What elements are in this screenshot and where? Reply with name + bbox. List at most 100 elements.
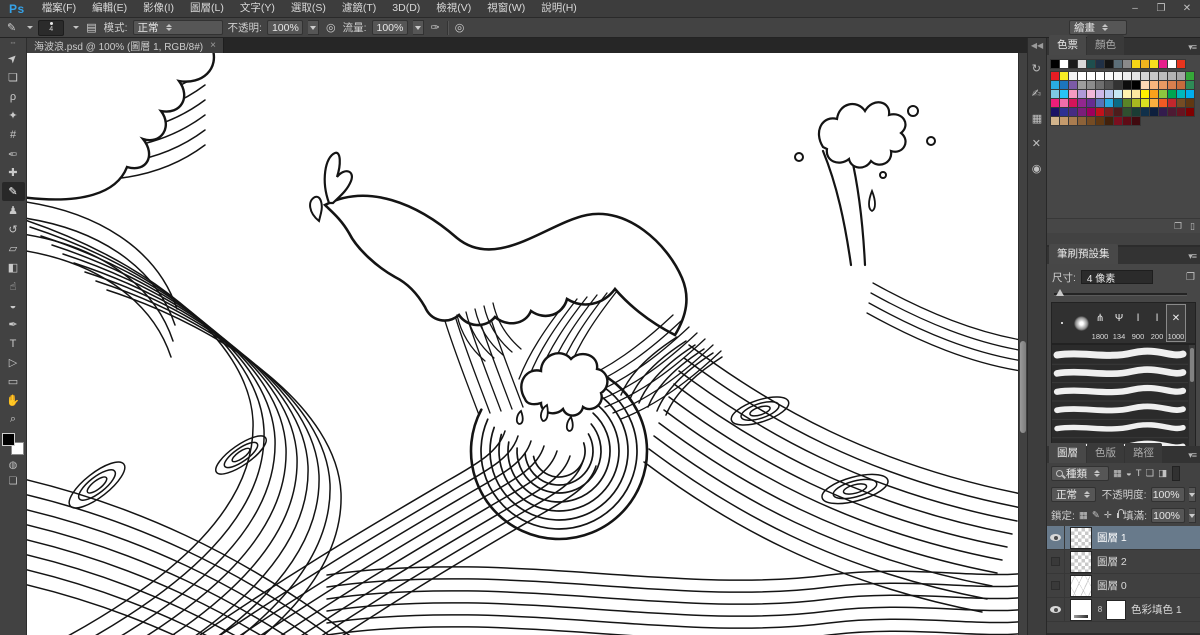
swatch[interactable] bbox=[1105, 72, 1113, 80]
restore-button[interactable]: ❐ bbox=[1148, 0, 1174, 17]
quick-selection-tool[interactable]: ✦ bbox=[2, 106, 25, 125]
swatch[interactable] bbox=[1168, 99, 1176, 107]
layer-name[interactable]: 圖層 1 bbox=[1097, 530, 1127, 545]
swatch[interactable] bbox=[1105, 81, 1113, 89]
swatch[interactable] bbox=[1114, 60, 1122, 68]
eye-icon[interactable] bbox=[1050, 606, 1061, 613]
delete-swatch-icon[interactable]: ▯ bbox=[1190, 221, 1195, 232]
quick-mask-icon[interactable]: ◍ bbox=[9, 460, 18, 471]
swatch[interactable] bbox=[1096, 90, 1104, 98]
swatch[interactable] bbox=[1177, 81, 1185, 89]
history-brush-tool[interactable]: ↺ bbox=[2, 220, 25, 239]
swatch[interactable] bbox=[1186, 108, 1194, 116]
toolbar-grip[interactable]: ▪▪ bbox=[11, 41, 16, 47]
visibility-cell[interactable] bbox=[1047, 598, 1065, 621]
swatch[interactable] bbox=[1132, 60, 1140, 68]
swatch[interactable] bbox=[1051, 108, 1059, 116]
layer-row[interactable]: 圖層 0 bbox=[1047, 574, 1200, 598]
swatch[interactable] bbox=[1123, 117, 1131, 125]
swatch[interactable] bbox=[1060, 117, 1068, 125]
swatch[interactable] bbox=[1150, 90, 1158, 98]
swatch[interactable] bbox=[1123, 60, 1131, 68]
swatch[interactable] bbox=[1051, 90, 1059, 98]
tab-color[interactable]: 顏色 bbox=[1087, 35, 1124, 55]
swatch[interactable] bbox=[1150, 81, 1158, 89]
swatch[interactable] bbox=[1051, 60, 1059, 68]
brush-size-slider[interactable] bbox=[1054, 287, 1193, 299]
swatch[interactable] bbox=[1132, 90, 1140, 98]
layer-fill-field[interactable]: 100% bbox=[1151, 508, 1185, 523]
menu-item-10[interactable]: 說明(H) bbox=[533, 0, 585, 17]
swatch[interactable] bbox=[1141, 108, 1149, 116]
swatch[interactable] bbox=[1150, 72, 1158, 80]
shape-tool[interactable]: ▭ bbox=[2, 372, 25, 391]
hidden-visibility-box[interactable] bbox=[1051, 581, 1060, 590]
tab-close-icon[interactable]: × bbox=[210, 40, 216, 51]
menu-item-1[interactable]: 編輯(E) bbox=[84, 0, 135, 17]
tab-brush-presets[interactable]: 筆刷預設集 bbox=[1049, 244, 1118, 264]
swatch[interactable] bbox=[1096, 81, 1104, 89]
brush-tip-200[interactable]: ǀ200 bbox=[1148, 305, 1166, 341]
swatch[interactable] bbox=[1096, 72, 1104, 80]
creative-cloud-icon[interactable]: ◉ bbox=[1032, 156, 1042, 181]
swatch[interactable] bbox=[1132, 72, 1140, 80]
lock-transparency-icon[interactable]: ▦ bbox=[1079, 510, 1088, 521]
brush-tip-1000[interactable]: ✕1000 bbox=[1167, 305, 1185, 341]
swatch[interactable] bbox=[1159, 90, 1167, 98]
menu-item-4[interactable]: 文字(Y) bbox=[232, 0, 283, 17]
layer-row[interactable]: 8色彩填色 1 bbox=[1047, 598, 1200, 622]
swatch[interactable] bbox=[1168, 90, 1176, 98]
swatch[interactable] bbox=[1186, 72, 1194, 80]
path-selection-tool[interactable]: ▷ bbox=[2, 353, 25, 372]
layer-row[interactable]: 圖層 2 bbox=[1047, 550, 1200, 574]
spot-healing-brush-tool[interactable]: ✚ bbox=[2, 163, 25, 182]
canvas-vertical-scrollbar[interactable] bbox=[1018, 53, 1027, 635]
swatch[interactable] bbox=[1123, 72, 1131, 80]
expand-dock-icon[interactable]: ◀◀ bbox=[1031, 41, 1043, 50]
swatch[interactable] bbox=[1114, 117, 1122, 125]
tab-paths[interactable]: 路徑 bbox=[1125, 443, 1162, 463]
swatch[interactable] bbox=[1078, 117, 1086, 125]
swatch[interactable] bbox=[1105, 117, 1113, 125]
screen-mode-icon[interactable]: ❏ bbox=[9, 476, 18, 487]
swatch[interactable] bbox=[1105, 60, 1113, 68]
swatch[interactable] bbox=[1141, 90, 1149, 98]
swatch[interactable] bbox=[1060, 108, 1068, 116]
swatch[interactable] bbox=[1078, 72, 1086, 80]
scrollbar-thumb[interactable] bbox=[1020, 341, 1026, 433]
swatch[interactable] bbox=[1141, 60, 1149, 68]
canvas[interactable] bbox=[27, 53, 1027, 635]
panel-menu-icon[interactable]: ▾≡ bbox=[1188, 251, 1196, 262]
swatch[interactable] bbox=[1051, 99, 1059, 107]
swatch[interactable] bbox=[1132, 81, 1140, 89]
layer-opacity-dropdown[interactable] bbox=[1189, 487, 1196, 502]
swatch[interactable] bbox=[1096, 99, 1104, 107]
layer-row[interactable]: 圖層 1 bbox=[1047, 526, 1200, 550]
swatch[interactable] bbox=[1087, 99, 1095, 107]
swatch[interactable] bbox=[1060, 90, 1068, 98]
brush-stroke-list[interactable] bbox=[1051, 344, 1196, 456]
brush-tool[interactable]: ✎ bbox=[2, 182, 25, 201]
visibility-cell[interactable] bbox=[1047, 550, 1065, 573]
swatch[interactable] bbox=[1087, 90, 1095, 98]
tab-channels[interactable]: 色版 bbox=[1087, 443, 1124, 463]
swatch[interactable] bbox=[1150, 60, 1158, 68]
swatch[interactable] bbox=[1159, 60, 1167, 68]
filter-type-layers-icon[interactable]: T bbox=[1136, 468, 1142, 479]
swatch[interactable] bbox=[1069, 81, 1077, 89]
brush-tip-900[interactable]: ǀ900 bbox=[1129, 305, 1147, 341]
swatch[interactable] bbox=[1114, 72, 1122, 80]
panel-menu-icon[interactable]: ▾≡ bbox=[1188, 450, 1196, 461]
toggle-brush-panel-icon[interactable]: ▤ bbox=[84, 21, 98, 34]
layer-opacity-field[interactable]: 100% bbox=[1151, 487, 1185, 502]
eraser-tool[interactable]: ▱ bbox=[2, 239, 25, 258]
swatch[interactable] bbox=[1060, 72, 1068, 80]
swatch[interactable] bbox=[1123, 90, 1131, 98]
brush-preview[interactable]: 4 bbox=[38, 20, 64, 36]
airbrush-icon[interactable]: ✑ bbox=[429, 21, 442, 34]
swatch[interactable] bbox=[1069, 99, 1077, 107]
slider-thumb[interactable] bbox=[1056, 289, 1064, 296]
swatch[interactable] bbox=[1051, 117, 1059, 125]
swatch[interactable] bbox=[1105, 108, 1113, 116]
scrollbar-thumb[interactable] bbox=[1190, 348, 1194, 382]
